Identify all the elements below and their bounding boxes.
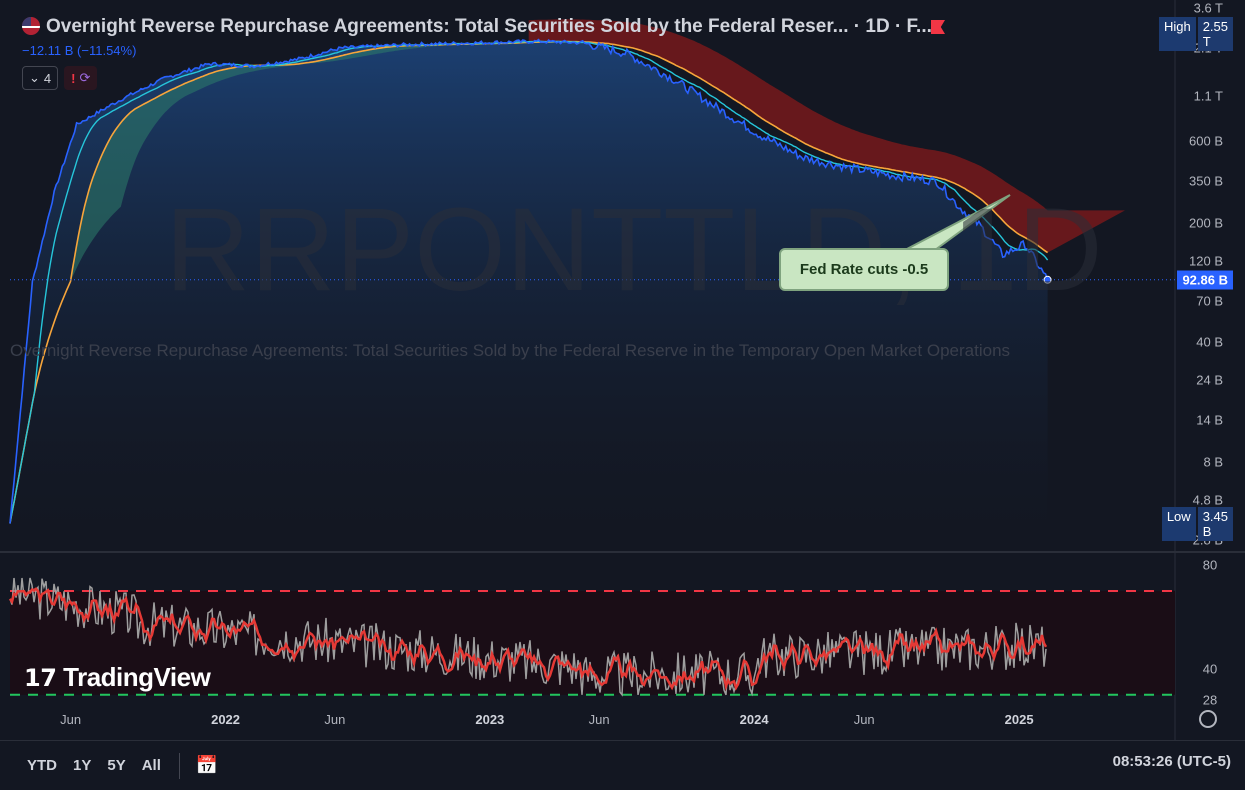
low-marker-value: 3.45 B <box>1197 507 1233 541</box>
price-tick-label: 8 B <box>1203 454 1223 470</box>
tradingview-logo[interactable]: 𝟭𝟳 TradingView <box>24 662 211 693</box>
time-tick-label: Jun <box>853 712 875 727</box>
oscillator-tick-label: 40 <box>1202 661 1218 677</box>
price-tick-label: 200 B <box>1189 215 1223 231</box>
oscillator-tick-label: 28 <box>1202 692 1218 708</box>
description-watermark: Overnight Reverse Repurchase Agreements:… <box>10 341 1011 360</box>
time-axis[interactable]: Jun 2022 Jun 2023 Jun 2024 Jun 2025 <box>0 708 1175 732</box>
indicator-status[interactable]: ! ⟳ <box>64 66 98 90</box>
price-tick-label: 24 B <box>1196 372 1223 388</box>
tradingview-logo-text: TradingView <box>63 662 211 692</box>
time-tick-label: Jun <box>324 712 346 727</box>
loading-icon: ⟳ <box>79 70 91 85</box>
indicator-count: 4 <box>43 70 52 86</box>
chart-title-text: Overnight Reverse Repurchase Agreements:… <box>46 16 932 37</box>
price-tick-label: 14 B <box>1196 412 1223 428</box>
chart-area[interactable] <box>0 0 1245 740</box>
high-marker-value: 2.55 T <box>1197 16 1233 51</box>
oscillator-tick-label: 80 <box>1202 557 1218 573</box>
price-tick-label: 120 B <box>1189 253 1223 269</box>
range-all-button[interactable]: All <box>142 757 161 774</box>
time-tick-label: Jun <box>60 712 82 727</box>
price-tick-label: 3.6 T <box>1193 0 1223 16</box>
time-tick-label: 2024 <box>739 712 769 727</box>
us-flag-icon <box>22 17 40 35</box>
clock[interactable]: 08:53:26 (UTC-5) <box>1113 753 1231 770</box>
time-tick-label: 2025 <box>1004 712 1034 727</box>
chart-canvas[interactable] <box>0 0 1245 740</box>
time-tick-label: Jun <box>588 712 610 727</box>
settings-icon[interactable] <box>1199 710 1217 728</box>
bottom-toolbar: YTD 1Y 5Y All 📅 08:53:26 (UTC-5) <box>0 740 1245 790</box>
last-price-badge: 92.86 B <box>1177 270 1233 290</box>
price-tick-label: 350 B <box>1189 173 1223 189</box>
chart-title[interactable]: Overnight Reverse Repurchase Agreements:… <box>22 16 932 38</box>
annotation-callout[interactable]: Fed Rate cuts -0.5 <box>779 248 949 291</box>
time-tick-label: 2023 <box>475 712 505 727</box>
range-ytd-button[interactable]: YTD <box>27 757 57 774</box>
price-axis[interactable]: 3.6 T2.1 T1.1 T600 B350 B200 B120 B70 B4… <box>1158 0 1245 552</box>
symbol-watermark: RRPONTTLD, 1D <box>165 184 1103 316</box>
time-tick-label: 2022 <box>211 712 241 727</box>
range-1y-button[interactable]: 1Y <box>73 757 91 774</box>
price-tick-label: 600 B <box>1189 133 1223 149</box>
date-range-icon[interactable]: 📅 <box>196 755 218 776</box>
range-5y-button[interactable]: 5Y <box>107 757 125 774</box>
indicator-controls: ⌄ 4 ! ⟳ <box>22 66 98 90</box>
low-marker: Low 3.45 B <box>1161 507 1233 541</box>
chevron-down-icon: ⌄ <box>29 70 40 85</box>
low-marker-label: Low <box>1161 507 1196 541</box>
tradingview-logo-icon: 𝟭𝟳 <box>24 665 57 692</box>
price-tick-label: 40 B <box>1196 334 1223 350</box>
high-marker-label: High <box>1158 16 1196 51</box>
price-tick-label: 1.1 T <box>1193 88 1223 104</box>
divider <box>178 752 180 779</box>
price-change: −12.11 B (−11.54%) <box>22 43 137 58</box>
indicators-toggle[interactable]: ⌄ 4 <box>22 66 59 90</box>
high-marker: High 2.55 T <box>1158 16 1233 51</box>
price-tick-label: 70 B <box>1196 293 1223 309</box>
price-tick-label: 4.8 B <box>1192 492 1223 508</box>
warning-icon: ! <box>71 70 76 86</box>
